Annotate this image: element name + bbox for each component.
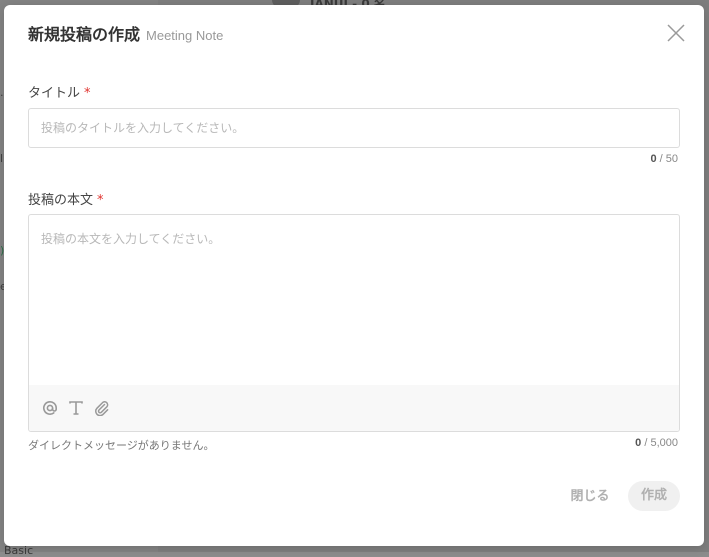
- at-icon: [43, 401, 57, 415]
- paperclip-icon: [95, 401, 109, 416]
- title-char-counter: 0 / 50: [650, 153, 678, 165]
- mention-button[interactable]: [41, 399, 59, 417]
- close-button[interactable]: [666, 23, 686, 43]
- body-field-label: 投稿の本文 *: [28, 189, 104, 208]
- text-format-icon: [69, 401, 83, 415]
- title-field-label: タイトル *: [28, 82, 91, 101]
- required-mark: *: [97, 193, 104, 208]
- title-input[interactable]: [28, 108, 680, 148]
- title-counter-max: / 50: [656, 153, 678, 165]
- direct-message-note: ダイレクトメッセージがありません。: [28, 439, 215, 452]
- body-textarea[interactable]: [29, 215, 679, 385]
- background-edge-text: .: [0, 86, 4, 99]
- editor-toolbar: [29, 385, 679, 431]
- body-editor: [28, 214, 680, 432]
- create-post-modal: 新規投稿の作成 Meeting Note タイトル* 0 / 50 投稿の本文*: [4, 5, 704, 546]
- close-dialog-button[interactable]: 閉じる: [564, 483, 616, 511]
- background-edge-text: l: [0, 152, 4, 165]
- title-label-text: タイトル: [28, 86, 81, 101]
- body-label-text: 投稿の本文: [28, 193, 94, 208]
- text-format-button[interactable]: [67, 399, 85, 417]
- modal-subtitle: Meeting Note: [146, 28, 224, 43]
- close-icon: [667, 24, 685, 42]
- body-char-counter: 0 / 5,000: [635, 437, 678, 449]
- modal-title: 新規投稿の作成: [28, 25, 141, 44]
- create-post-button[interactable]: 作成: [628, 481, 680, 511]
- body-counter-max: / 5,000: [641, 437, 678, 449]
- attach-file-button[interactable]: [93, 399, 111, 417]
- modal-header: 新規投稿の作成 Meeting Note: [28, 21, 223, 45]
- required-mark: *: [84, 86, 91, 101]
